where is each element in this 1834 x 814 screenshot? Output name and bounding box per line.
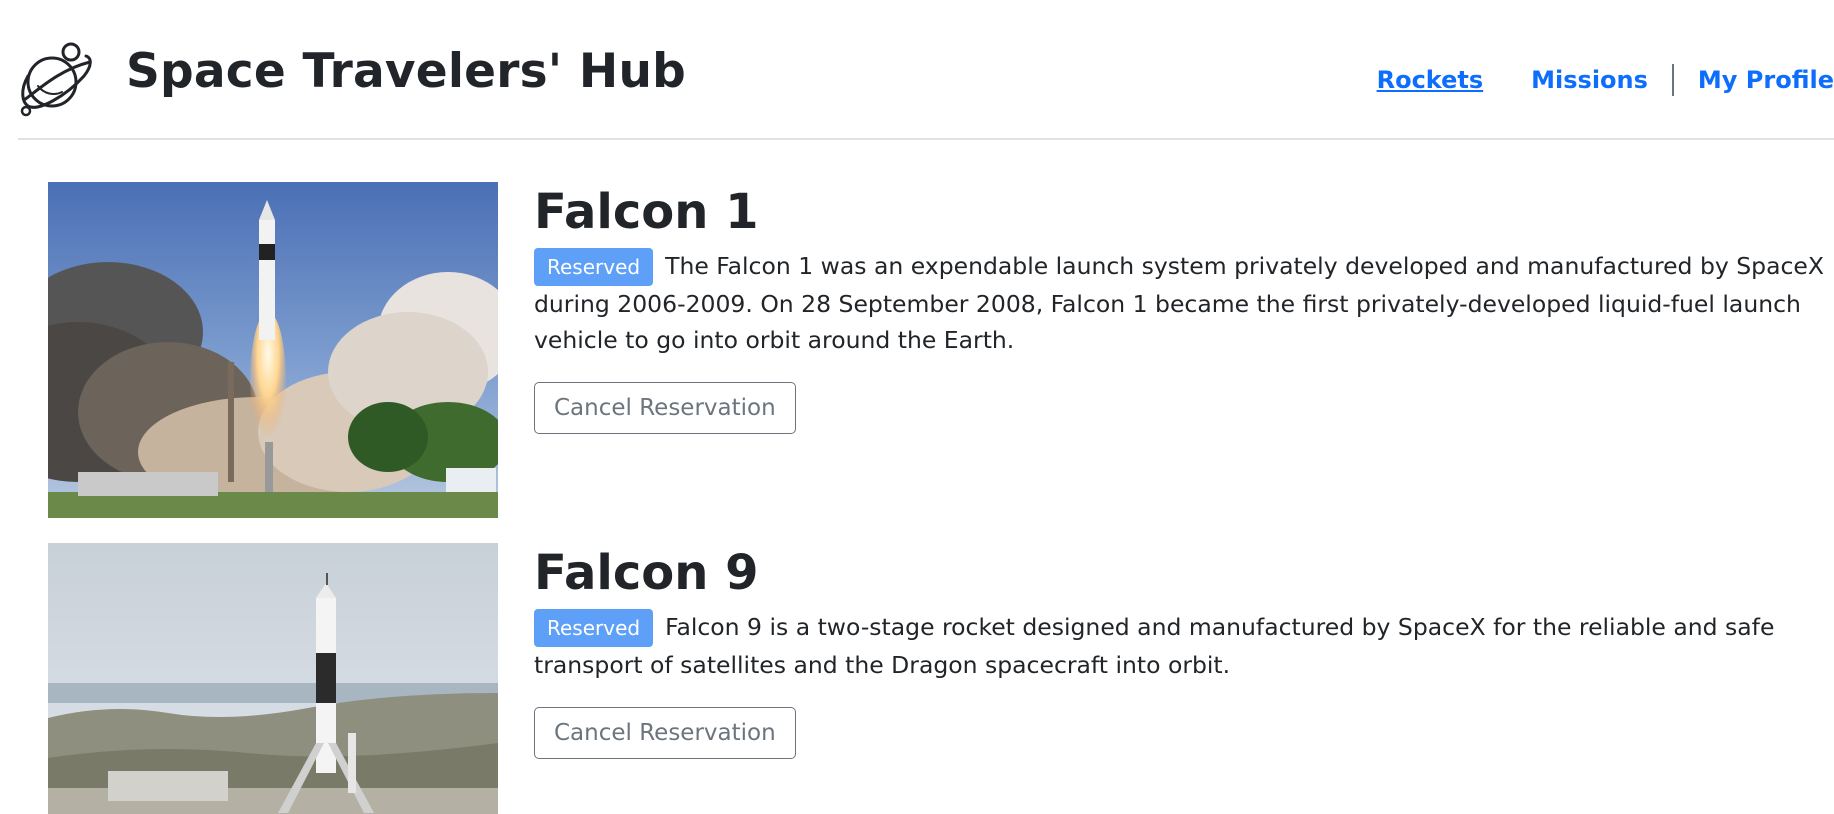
site-header: Space Travelers' Hub Rockets Missions My… (18, 0, 1834, 140)
rocket-description-text: Falcon 9 is a two-stage rocket designed … (534, 612, 1775, 679)
rocket-details: Falcon 1 Reserved The Falcon 1 was an exp… (534, 182, 1834, 434)
rocket-description: Reserved The Falcon 1 was an expendable l… (534, 247, 1834, 358)
nav-link-my-profile[interactable]: My Profile (1698, 66, 1834, 94)
nav-link-missions[interactable]: Missions (1531, 66, 1648, 94)
cancel-reservation-button[interactable]: Cancel Reservation (534, 381, 796, 434)
rocket-image (48, 543, 498, 814)
rocket-image (48, 182, 498, 518)
main-nav: Rockets Missions My Profile (1377, 64, 1834, 96)
rocket-name: Falcon 1 (534, 184, 759, 240)
planet-icon[interactable] (18, 40, 96, 118)
rocket-description-text: The Falcon 1 was an expendable launch sy… (534, 251, 1824, 354)
nav-link-rockets[interactable]: Rockets (1377, 66, 1484, 94)
site-title: Space Travelers' Hub (126, 44, 686, 99)
nav-divider (1671, 64, 1674, 96)
cancel-reservation-button[interactable]: Cancel Reservation (534, 706, 796, 759)
reserved-badge: Reserved (534, 247, 654, 286)
rocket-details: Falcon 9 Reserved Falcon 9 is a two-stage… (534, 543, 1834, 759)
reserved-badge: Reserved (534, 608, 654, 647)
rocket-name: Falcon 9 (534, 545, 759, 601)
rocket-description: Reserved Falcon 9 is a two-stage rocket d… (534, 608, 1834, 683)
